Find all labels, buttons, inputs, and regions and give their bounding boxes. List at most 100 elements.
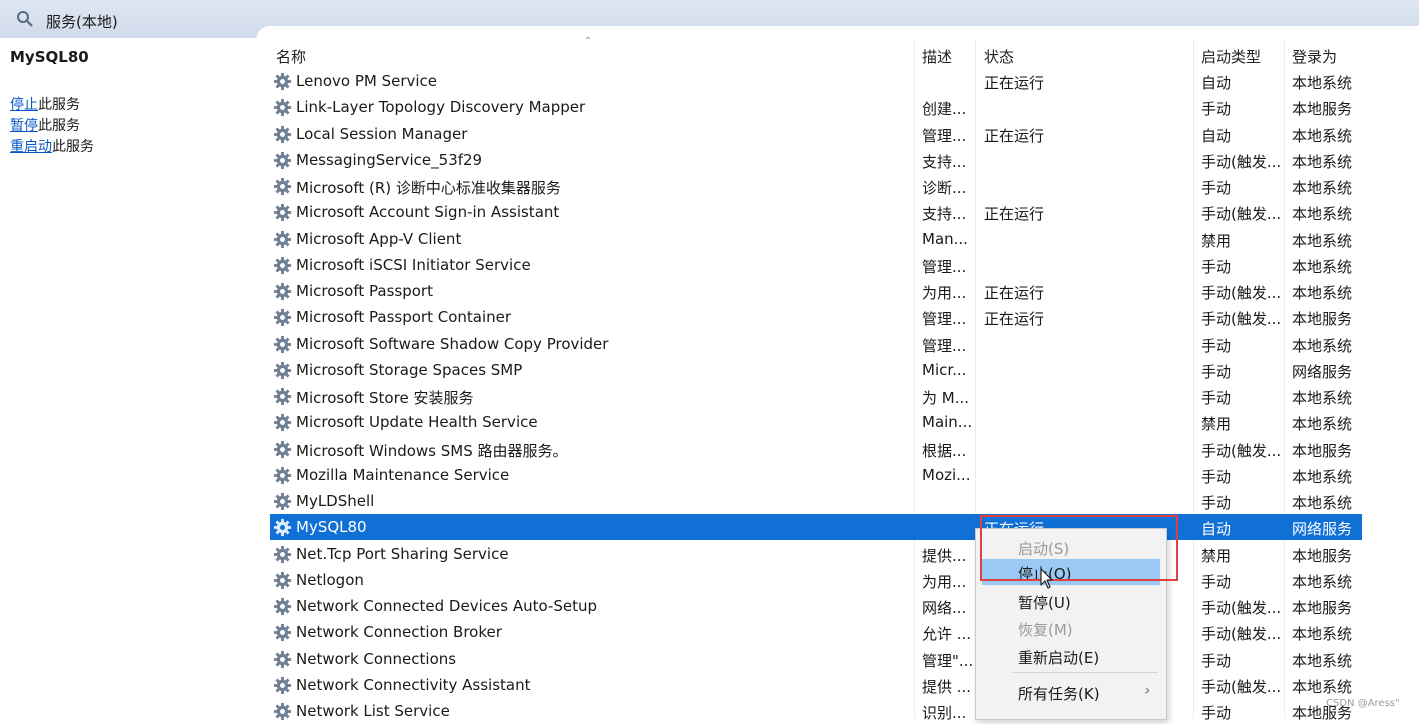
description-cell: 管理"...: [922, 651, 974, 670]
column-header-startup-type[interactable]: 启动类型: [1201, 46, 1261, 67]
table-row[interactable]: Lenovo PM Service 正在运行 自动 本地系统: [270, 68, 1362, 94]
selected-service-name: MySQL80: [10, 48, 89, 66]
startup-type-cell: 自动: [1201, 126, 1232, 145]
service-gear-icon: [273, 177, 292, 196]
description-cell: 管理...: [922, 310, 967, 329]
annotation-highlight-box: [980, 515, 1178, 581]
service-name-cell: Mozilla Maintenance Service: [296, 465, 510, 484]
table-row[interactable]: Microsoft Software Shadow Copy Provider 管…: [270, 331, 1362, 357]
service-name-cell: Link-Layer Topology Discovery Mapper: [296, 98, 586, 117]
table-row[interactable]: Link-Layer Topology Discovery Mapper 创建..…: [270, 94, 1362, 120]
service-gear-icon: [273, 335, 292, 353]
column-header-name[interactable]: 名称: [276, 46, 306, 67]
status-cell: 正在运行: [984, 126, 1045, 145]
service-gear-icon: [273, 282, 292, 301]
service-name-cell: Microsoft Passport: [296, 282, 433, 300]
startup-type-cell: 手动(触发...: [1201, 284, 1282, 302]
logon-as-cell: 本地服务: [1292, 599, 1353, 617]
description-cell: 为用...: [922, 284, 967, 302]
description-cell: 创建...: [922, 100, 967, 119]
restart-service-link[interactable]: 重启动: [10, 139, 52, 155]
startup-type-cell: 手动(触发...: [1201, 599, 1282, 617]
service-name-cell: Net.Tcp Port Sharing Service: [296, 544, 509, 563]
startup-type-cell: 禁用: [1201, 546, 1232, 565]
table-row[interactable]: Microsoft iSCSI Initiator Service 管理... 手动…: [270, 252, 1362, 278]
description-cell: Man...: [922, 229, 968, 248]
service-gear-icon: [273, 99, 292, 117]
service-name-cell: Network Connections: [296, 649, 457, 668]
startup-type-cell: 手动(触发...: [1201, 205, 1282, 224]
service-name-cell: Microsoft Account Sign-in Assistant: [296, 203, 560, 222]
service-gear-icon: [273, 571, 292, 589]
logon-as-cell: 本地系统: [1292, 625, 1353, 644]
service-gear-icon: [273, 72, 292, 91]
table-row[interactable]: Microsoft Windows SMS 路由器服务。 根据... 手动(触发..…: [270, 436, 1362, 462]
table-row[interactable]: Network List Service 识别... 手动 本地服务: [270, 698, 1362, 724]
table-row[interactable]: MessagingService_53f29 支持... 手动(触发... 本地系统: [270, 147, 1362, 173]
table-row[interactable]: Netlogon 为用... 手动 本地系统: [270, 567, 1362, 593]
logon-as-cell: 本地系统: [1292, 74, 1353, 92]
menu-item-all-tasks[interactable]: 所有任务(K) ›: [976, 679, 1166, 705]
description-cell: 为 M...: [922, 389, 970, 407]
table-row[interactable]: Microsoft App-V Client Man... 禁用 本地系统: [270, 226, 1362, 252]
stop-service-link[interactable]: 停止: [10, 97, 38, 113]
table-row[interactable]: MyLDShell 手动 本地系统: [270, 488, 1362, 514]
table-row[interactable]: Microsoft Passport Container 管理... 正在运行 手动(…: [270, 304, 1362, 330]
pause-service-link[interactable]: 暂停: [10, 118, 38, 134]
service-gear-icon: [273, 151, 292, 169]
table-row[interactable]: Microsoft Passport 为用... 正在运行 手动(触发... 本地系统: [270, 278, 1362, 304]
table-row[interactable]: Microsoft Store 安装服务 为 M... 手动 本地系统: [270, 383, 1362, 409]
startup-type-cell: 手动: [1201, 257, 1232, 276]
column-header-logon-as[interactable]: 登录为: [1292, 46, 1337, 67]
description-cell: 管理...: [922, 336, 967, 355]
logon-as-cell: 本地系统: [1292, 179, 1353, 197]
service-name-cell: Lenovo PM Service: [296, 72, 438, 90]
service-gear-icon: [273, 650, 292, 668]
table-row[interactable]: Local Session Manager 管理... 正在运行 自动 本地系统: [270, 121, 1362, 147]
table-row[interactable]: MySQL80正在运行自动网络服务: [270, 514, 1362, 541]
table-row[interactable]: Network Connections 管理"... 手动 本地系统: [270, 646, 1362, 672]
startup-type-cell: 手动(触发...: [1201, 441, 1282, 460]
startup-type-cell: 手动: [1201, 336, 1232, 355]
service-name-cell: Network List Service: [296, 702, 450, 720]
service-gear-icon: [273, 256, 292, 274]
service-gear-icon: [273, 440, 292, 458]
status-cell: 正在运行: [984, 74, 1045, 92]
service-gear-icon: [273, 624, 292, 642]
service-name-cell: Microsoft Update Health Service: [296, 413, 538, 432]
search-icon: [17, 11, 33, 27]
mouse-pointer-icon: [1040, 568, 1053, 589]
service-gear-icon: [273, 230, 292, 248]
table-row[interactable]: Net.Tcp Port Sharing Service 提供... 禁用 本地服务: [270, 541, 1362, 567]
table-row[interactable]: Network Connectivity Assistant 提供 ... 手动(触…: [270, 672, 1362, 698]
service-name-cell: MessagingService_53f29: [296, 150, 483, 169]
description-cell: Mozi...: [922, 465, 971, 484]
startup-type-cell: 手动: [1201, 179, 1232, 197]
column-header-description[interactable]: 描述: [922, 46, 952, 67]
description-cell: 管理...: [922, 126, 967, 145]
table-row[interactable]: Network Connected Devices Auto-Setup 网络..…: [270, 593, 1362, 619]
table-row[interactable]: Microsoft Update Health Service Main... 禁用…: [270, 409, 1362, 435]
logon-as-cell: 本地服务: [1292, 546, 1353, 565]
table-row[interactable]: Microsoft Storage Spaces SMP Micr... 手动 网络服…: [270, 357, 1362, 383]
column-header-status[interactable]: 状态: [984, 46, 1014, 67]
menu-item-label: 暂停(U): [1018, 594, 1071, 612]
menu-item-pause[interactable]: 暂停(U): [976, 588, 1166, 614]
logon-as-cell: 本地服务: [1292, 310, 1353, 329]
description-cell: Micr...: [922, 360, 967, 379]
table-row[interactable]: Network Connection Broker 允许 ... 手动(触发... 本…: [270, 619, 1362, 645]
logon-as-cell: 本地系统: [1292, 415, 1353, 434]
menu-item-resume[interactable]: 恢复(M): [976, 615, 1166, 641]
logon-as-cell: 本地系统: [1292, 677, 1353, 696]
table-row[interactable]: Microsoft Account Sign-in Assistant 支持...…: [270, 199, 1362, 225]
table-row[interactable]: Microsoft (R) 诊断中心标准收集器服务 诊断... 手动 本地系统: [270, 173, 1362, 199]
startup-type-cell: 禁用: [1201, 415, 1232, 434]
description-cell: 支持...: [922, 152, 967, 171]
description-cell: 诊断...: [922, 179, 967, 197]
table-row[interactable]: Mozilla Maintenance Service Mozi... 手动 本地系统: [270, 462, 1362, 488]
description-cell: 为用...: [922, 572, 967, 591]
service-name-cell: Microsoft (R) 诊断中心标准收集器服务: [296, 179, 561, 197]
service-gear-icon: [273, 204, 292, 222]
startup-type-cell: 手动: [1201, 651, 1232, 670]
menu-item-restart[interactable]: 重新启动(E): [976, 643, 1166, 669]
